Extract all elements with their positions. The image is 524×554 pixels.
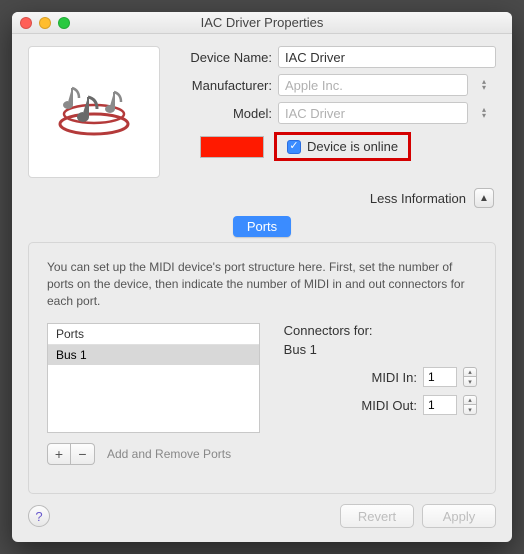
- remove-port-button[interactable]: −: [71, 443, 95, 465]
- midi-in-label: MIDI In:: [341, 370, 417, 385]
- disclosure-toggle[interactable]: ▲: [474, 188, 494, 208]
- add-remove-hint: Add and Remove Ports: [107, 447, 231, 461]
- midi-out-label: MIDI Out:: [341, 398, 417, 413]
- panel-description: You can set up the MIDI device's port st…: [47, 259, 477, 309]
- midi-out-step-up[interactable]: ▴: [463, 395, 477, 405]
- chevron-updown-icon: ▴▾: [476, 77, 492, 93]
- model-select[interactable]: [278, 102, 468, 124]
- midi-in-step-up[interactable]: ▴: [463, 367, 477, 377]
- device-name-input[interactable]: [278, 46, 496, 68]
- device-online-checkbox[interactable]: [287, 140, 301, 154]
- midi-in-input[interactable]: [423, 367, 457, 387]
- minimize-icon[interactable]: [39, 17, 51, 29]
- ports-list[interactable]: Ports Bus 1: [47, 323, 260, 433]
- model-label: Model:: [172, 106, 272, 121]
- chevron-updown-icon: ▴▾: [476, 105, 492, 121]
- device-form: Device Name: Manufacturer: ▴▾ Model: ▴▾: [172, 46, 496, 178]
- midi-in-step-down[interactable]: ▾: [463, 377, 477, 387]
- titlebar: IAC Driver Properties: [12, 12, 512, 34]
- midi-out-step-down[interactable]: ▾: [463, 405, 477, 415]
- zoom-icon[interactable]: [58, 17, 70, 29]
- revert-button[interactable]: Revert: [340, 504, 414, 528]
- device-online-label: Device is online: [307, 139, 398, 154]
- manufacturer-label: Manufacturer:: [172, 78, 272, 93]
- device-online-highlight: Device is online: [274, 132, 411, 161]
- connectors-port-name: Bus 1: [284, 342, 477, 357]
- tab-ports[interactable]: Ports: [233, 216, 291, 237]
- device-summary: Device Name: Manufacturer: ▴▾ Model: ▴▾: [12, 34, 512, 186]
- device-icon-well[interactable]: [28, 46, 160, 178]
- add-remove-group: + −: [47, 443, 95, 465]
- disclosure-row: Less Information ▲: [12, 186, 512, 216]
- manufacturer-select[interactable]: [278, 74, 468, 96]
- tabs: Ports: [12, 216, 512, 237]
- device-name-label: Device Name:: [172, 50, 272, 65]
- ports-list-header: Ports: [48, 324, 259, 345]
- close-icon[interactable]: [20, 17, 32, 29]
- window: IAC Driver Properties Device Name: Manuf…: [12, 12, 512, 542]
- connectors-column: Connectors for: Bus 1 MIDI In: ▴ ▾ MIDI …: [284, 323, 477, 479]
- music-notes-icon: [44, 62, 144, 162]
- connectors-title: Connectors for:: [284, 323, 477, 338]
- ports-panel: You can set up the MIDI device's port st…: [28, 242, 496, 494]
- ports-list-item[interactable]: Bus 1: [48, 345, 259, 365]
- dialog-buttons: ? Revert Apply: [12, 494, 512, 542]
- window-title: IAC Driver Properties: [12, 15, 512, 30]
- ports-column: Ports Bus 1 + − Add and Remove Ports: [47, 323, 260, 479]
- help-button[interactable]: ?: [28, 505, 50, 527]
- traffic-lights: [20, 17, 70, 29]
- disclosure-label: Less Information: [370, 191, 466, 206]
- color-swatch[interactable]: [200, 136, 264, 158]
- add-port-button[interactable]: +: [47, 443, 71, 465]
- apply-button[interactable]: Apply: [422, 504, 496, 528]
- midi-out-input[interactable]: [423, 395, 457, 415]
